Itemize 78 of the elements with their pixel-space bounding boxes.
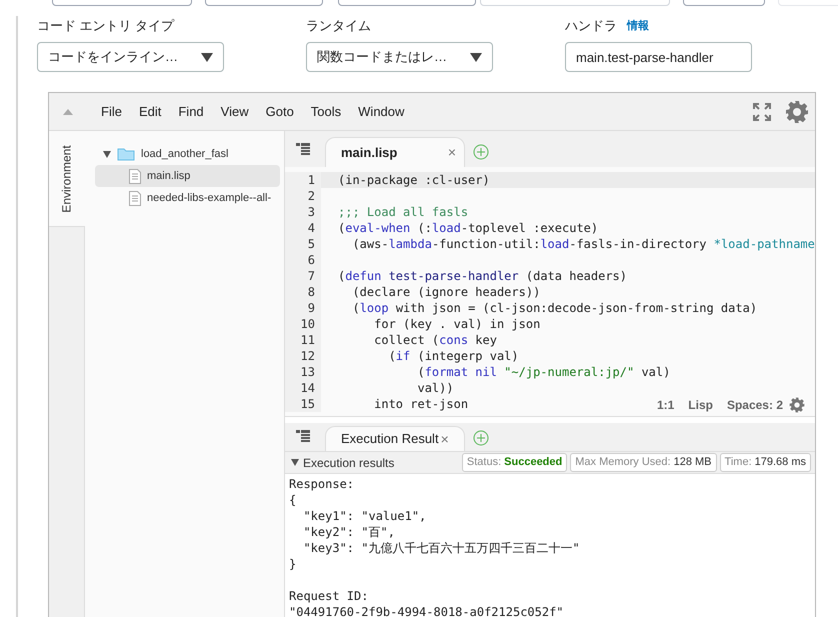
code-line: val)) (416, 380, 454, 396)
field-label: ランタイム (306, 17, 371, 36)
expanded-arrow-icon[interactable] (291, 459, 299, 466)
code-line: (eval-when (:load-toplevel :execute) (337, 220, 598, 236)
output-line: "04491760-2f9b-4994-8018-a0f2125c052f" (289, 604, 565, 617)
output-line: Response: (289, 476, 356, 492)
line-number: 1 (285, 172, 321, 188)
info-link[interactable]: 情報 (627, 18, 649, 34)
field-label: コード エントリ タイプ (37, 17, 174, 36)
close-button[interactable]: × (448, 142, 456, 163)
status-badge: Max Memory Used: 128 MB (570, 453, 717, 472)
line-number: 13 (285, 364, 321, 380)
output-line: } (289, 556, 298, 572)
caret-icon (470, 52, 482, 62)
menu-item[interactable]: View (212, 102, 257, 122)
output-line: Request ID: (289, 588, 370, 604)
menu-item[interactable]: Find (170, 102, 212, 122)
dropdown[interactable]: 関数コードまたはレ… (306, 42, 493, 72)
code-line: (if (integerp val) (388, 348, 519, 364)
settings-icon[interactable] (789, 397, 805, 413)
file-icon (129, 190, 141, 206)
file-icon (129, 168, 141, 184)
line-number: 12 (285, 348, 321, 364)
output-line: "key1": "value1", (302, 508, 428, 524)
fullscreen-icon[interactable] (753, 102, 771, 120)
code-line: (loop with json = (cl-json:decode-json-from-string data) (351, 300, 758, 316)
line-number: 7 (285, 268, 321, 284)
code-line: (format nil "~/jp-numeral:jp/" val) (416, 364, 670, 380)
menu-item[interactable]: Goto (258, 102, 302, 122)
list-icon[interactable] (296, 430, 310, 442)
line-number: 6 (285, 252, 321, 268)
code-line: collect (cons key (373, 332, 497, 348)
dropdown[interactable]: コードをインライン… (37, 42, 224, 72)
caret-icon (201, 52, 213, 62)
output-line: "key3": "九億八千七百六十五万四千三百二十一" (302, 540, 581, 556)
line-number: 4 (285, 220, 321, 236)
input-field[interactable]: main.test-parse-handler (565, 42, 752, 72)
tab-label[interactable]: main.lisp (341, 142, 446, 162)
close-button[interactable]: × (440, 428, 449, 450)
status-badge: Time: 179.68 ms (720, 453, 811, 472)
line-number: 15 (285, 396, 321, 412)
line-number: 5 (285, 236, 321, 252)
code-line: ;;; Load all fasls (337, 204, 468, 220)
field-label: ハンドラ (565, 17, 617, 36)
tree-item[interactable]: needed-libs-example--all- (95, 187, 280, 209)
tab-label[interactable]: Execution Result (341, 429, 439, 449)
list-icon[interactable] (296, 143, 310, 155)
menu-item[interactable]: Edit (130, 102, 170, 122)
output-line: { (289, 492, 298, 508)
folder-icon (117, 147, 135, 161)
line-number: 11 (285, 332, 321, 348)
menu-item[interactable]: Tools (302, 102, 350, 122)
tree-item[interactable]: main.lisp (95, 165, 280, 187)
output-line: "key2": "百", (302, 524, 396, 540)
expanded-arrow-icon[interactable] (103, 150, 111, 158)
section-title[interactable]: Execution results (303, 454, 462, 472)
tree-item[interactable]: load_another_fasl (95, 143, 280, 165)
language-mode[interactable]: Lisp (688, 396, 713, 414)
code-line: (declare (ignore headers)) (351, 284, 540, 300)
add-tab-icon[interactable] (473, 144, 489, 160)
indent-setting[interactable]: Spaces: 2 (726, 396, 783, 414)
code-line: into ret-json (373, 396, 468, 412)
code-line: (in-package :cl-user) (337, 172, 490, 188)
line-number: 9 (285, 300, 321, 316)
settings-icon[interactable] (785, 100, 809, 124)
line-number: 14 (285, 380, 321, 396)
line-number: 10 (285, 316, 321, 332)
code-line: (defun test-parse-handler (data headers) (337, 268, 628, 284)
line-number: 2 (285, 188, 321, 204)
code-line: (aws-lambda-function-util:load-fasls-in-directory *load-pathname (351, 236, 815, 252)
status-badge: Status: Succeeded (462, 453, 568, 472)
cursor-position: 1:1 (656, 397, 674, 414)
add-tab-icon[interactable] (473, 430, 489, 446)
code-line: for (key . val) in json (373, 316, 540, 332)
line-number: 3 (285, 204, 321, 220)
line-number: 8 (285, 284, 321, 300)
menu-item[interactable]: File (93, 102, 130, 122)
menu-item[interactable]: Window (350, 102, 412, 122)
